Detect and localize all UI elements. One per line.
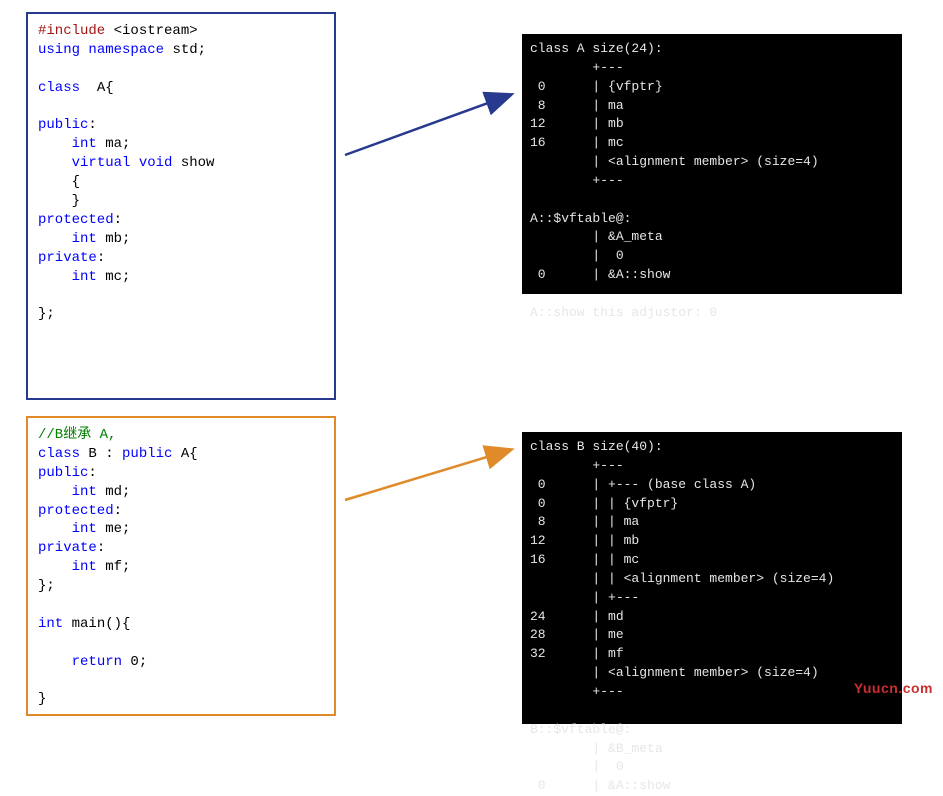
indent: [38, 269, 72, 285]
term-line: | 0: [530, 759, 624, 774]
kw-int: int: [72, 231, 97, 247]
term-line: | 0: [530, 248, 624, 263]
class-end: };: [38, 306, 55, 322]
terminal-class-a-layout: class A size(24): +--- 0 | {vfptr} 8 | m…: [522, 34, 902, 294]
term-line: 24 | md: [530, 609, 624, 624]
kw-int: int: [38, 616, 63, 632]
kw-class: class: [38, 446, 80, 462]
kw-int: int: [72, 484, 97, 500]
kw-return: return: [72, 654, 122, 670]
base-a: A{: [172, 446, 197, 462]
kw-int: int: [72, 136, 97, 152]
kw-public: public: [38, 117, 88, 133]
var-mc: mc;: [97, 269, 131, 285]
colon: :: [114, 503, 122, 519]
colon: :: [97, 540, 105, 556]
kw-int: int: [72, 521, 97, 537]
watermark-text: Yuucn.com: [854, 680, 933, 696]
term-line: | &A_meta: [530, 229, 663, 244]
term-line: | | <alignment member> (size=4): [530, 571, 834, 586]
code-block-class-b: //B继承 A, class B : public A{ public: int…: [26, 416, 336, 716]
brace-open: {: [38, 174, 80, 190]
fn-show: show: [172, 155, 214, 171]
class-end: };: [38, 578, 55, 594]
term-line: 12 | | mb: [530, 533, 639, 548]
term-line: | +---: [530, 590, 639, 605]
kw-protected: protected: [38, 212, 114, 228]
terminal-class-b-layout: class B size(40): +--- 0 | +--- (base cl…: [522, 432, 902, 724]
term-line: | <alignment member> (size=4): [530, 154, 819, 169]
var-ma: ma;: [97, 136, 131, 152]
arrow-b-icon: [340, 440, 520, 510]
indent: [38, 155, 72, 171]
term-line: +---: [530, 173, 624, 188]
term-line: 16 | | mc: [530, 552, 639, 567]
class-a-name: A{: [80, 80, 114, 96]
kw-private: private: [38, 540, 97, 556]
kw-private: private: [38, 250, 97, 266]
var-mf: mf;: [97, 559, 131, 575]
code-block-class-a: #include <iostream> using namespace std;…: [26, 12, 336, 400]
kw-namespace: namespace: [88, 42, 164, 58]
kw-public: public: [38, 465, 88, 481]
term-line: 0 | {vfptr}: [530, 79, 663, 94]
kw-int: int: [72, 269, 97, 285]
term-line: 0 | &A::show: [530, 778, 670, 793]
include-header: <iostream>: [105, 23, 197, 39]
kw-class: class: [38, 80, 80, 96]
term-line: 8 | | ma: [530, 514, 639, 529]
term-line: B::$vftable@:: [530, 722, 631, 737]
term-line: | <alignment member> (size=4): [530, 665, 819, 680]
indent: [38, 231, 72, 247]
kw-void: void: [139, 155, 173, 171]
indent: [38, 484, 72, 500]
brace-close: }: [38, 193, 80, 209]
term-line: 28 | me: [530, 627, 624, 642]
space: [130, 155, 138, 171]
var-me: me;: [97, 521, 131, 537]
arrow-a-icon: [340, 85, 520, 165]
kw-int: int: [72, 559, 97, 575]
term-line: +---: [530, 60, 624, 75]
term-line: 12 | mb: [530, 116, 624, 131]
indent: [38, 559, 72, 575]
indent: [38, 654, 72, 670]
fn-main: main(){: [63, 616, 130, 632]
kw-public: public: [122, 446, 172, 462]
colon: :: [97, 250, 105, 266]
term-line: 32 | mf: [530, 646, 624, 661]
indent: [38, 521, 72, 537]
class-b-decl: B :: [80, 446, 122, 462]
term-line: +---: [530, 684, 624, 699]
term-line: class B size(40):: [530, 439, 663, 454]
term-line: 16 | mc: [530, 135, 624, 150]
term-line: 0 | +--- (base class A): [530, 477, 756, 492]
term-line: class A size(24):: [530, 41, 663, 56]
colon: :: [88, 465, 96, 481]
colon: :: [88, 117, 96, 133]
ns-std: std;: [164, 42, 206, 58]
kw-virtual: virtual: [72, 155, 131, 171]
preproc-include: #include: [38, 23, 105, 39]
return-zero: 0;: [122, 654, 147, 670]
indent: [38, 136, 72, 152]
term-line: A::$vftable@:: [530, 211, 631, 226]
kw-using: using: [38, 42, 80, 58]
term-line: | &B_meta: [530, 741, 663, 756]
var-mb: mb;: [97, 231, 131, 247]
term-line: 0 | &A::show: [530, 267, 670, 282]
main-end: }: [38, 691, 46, 707]
term-line: 0 | | {vfptr}: [530, 496, 678, 511]
var-md: md;: [97, 484, 131, 500]
term-line: 8 | ma: [530, 98, 624, 113]
term-line: A::show this adjustor: 0: [530, 305, 717, 320]
colon: :: [114, 212, 122, 228]
term-line: +---: [530, 458, 624, 473]
comment-inherit: //B继承 A,: [38, 427, 116, 443]
kw-protected: protected: [38, 503, 114, 519]
